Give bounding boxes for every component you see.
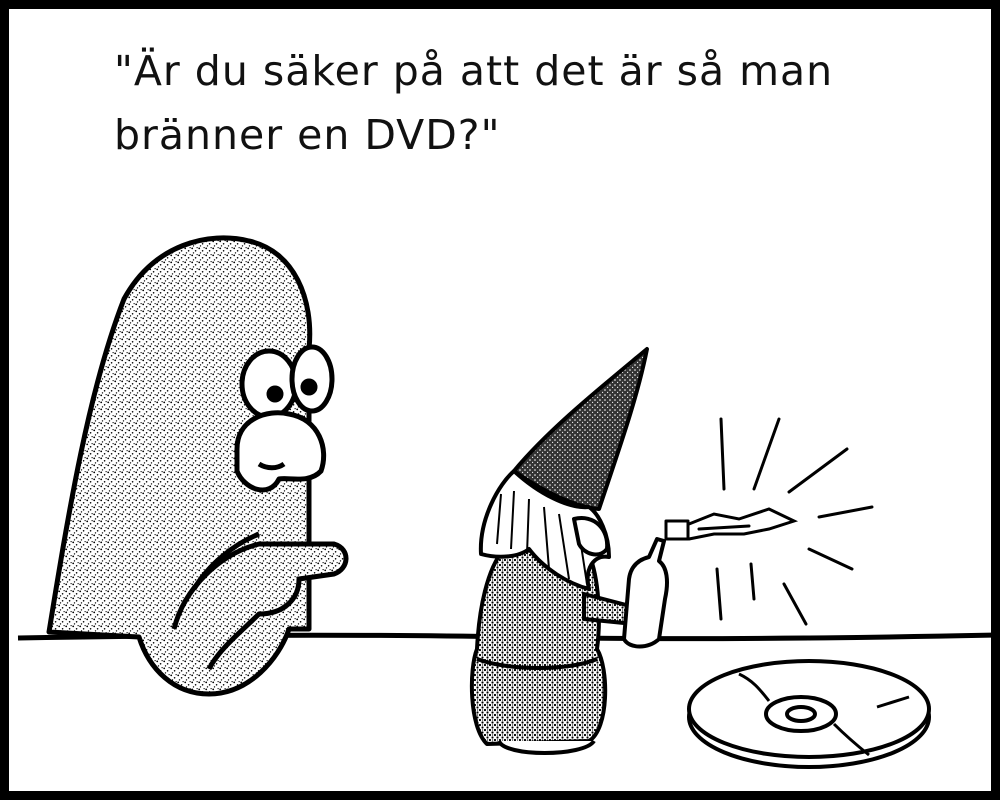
bottle-icon <box>622 537 669 649</box>
mouth <box>234 410 327 493</box>
comic-panel: "Är du säker på att det är så man bränne… <box>0 0 1000 800</box>
spark-lines <box>687 417 874 626</box>
dvd-disc <box>687 659 931 769</box>
eye-left <box>239 348 299 420</box>
blob-character <box>46 235 349 697</box>
comic-scene <box>17 235 991 769</box>
wizard-gnome <box>469 347 690 755</box>
eye-right <box>289 344 335 414</box>
